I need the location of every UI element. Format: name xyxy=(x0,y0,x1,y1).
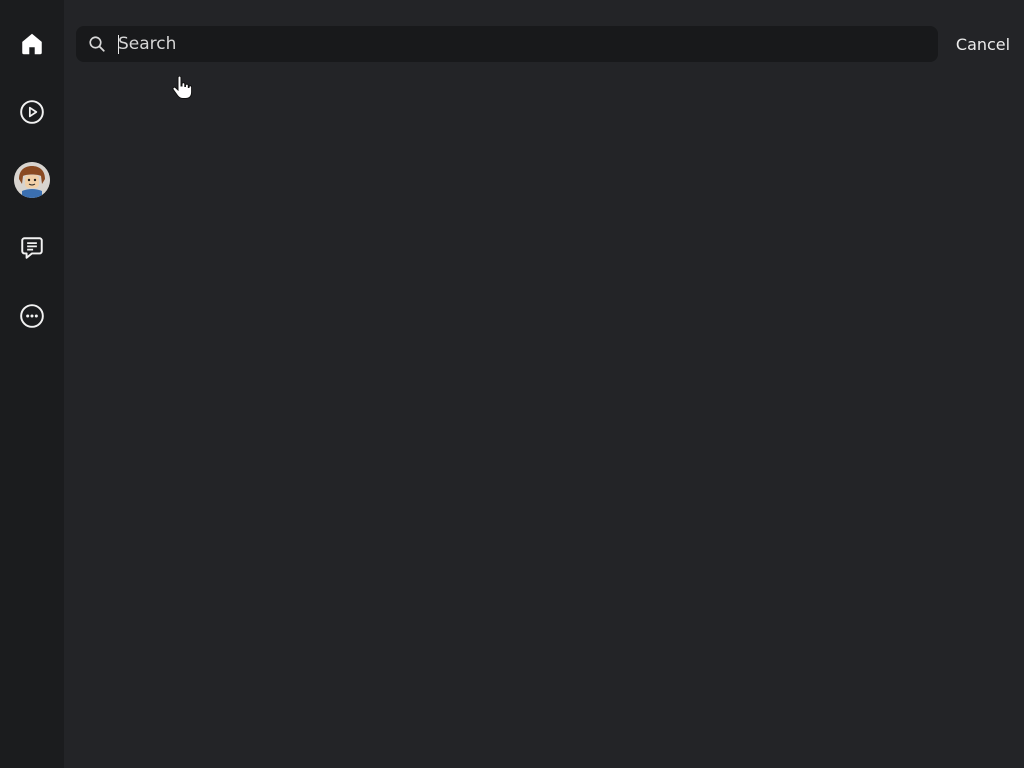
chat-icon xyxy=(21,237,43,259)
hand-pointer-cursor-icon xyxy=(172,76,192,99)
main-content: Cancel xyxy=(64,0,1024,768)
text-caret xyxy=(118,35,119,54)
play-circle-icon xyxy=(20,100,44,124)
sidebar-item-play[interactable] xyxy=(12,92,52,132)
sidebar-item-chat[interactable] xyxy=(12,228,52,268)
more-icon xyxy=(20,304,44,328)
home-icon xyxy=(22,33,42,55)
search-icon xyxy=(89,36,105,52)
avatar-icon xyxy=(14,162,50,198)
app-window: Cancel xyxy=(0,0,1024,768)
cancel-button[interactable]: Cancel xyxy=(948,26,1018,62)
search-bar[interactable] xyxy=(76,26,938,62)
sidebar xyxy=(0,0,64,768)
search-input[interactable] xyxy=(116,26,928,62)
sidebar-item-more[interactable] xyxy=(12,296,52,336)
sidebar-item-home[interactable] xyxy=(12,24,52,64)
sidebar-item-avatar[interactable] xyxy=(12,160,52,200)
